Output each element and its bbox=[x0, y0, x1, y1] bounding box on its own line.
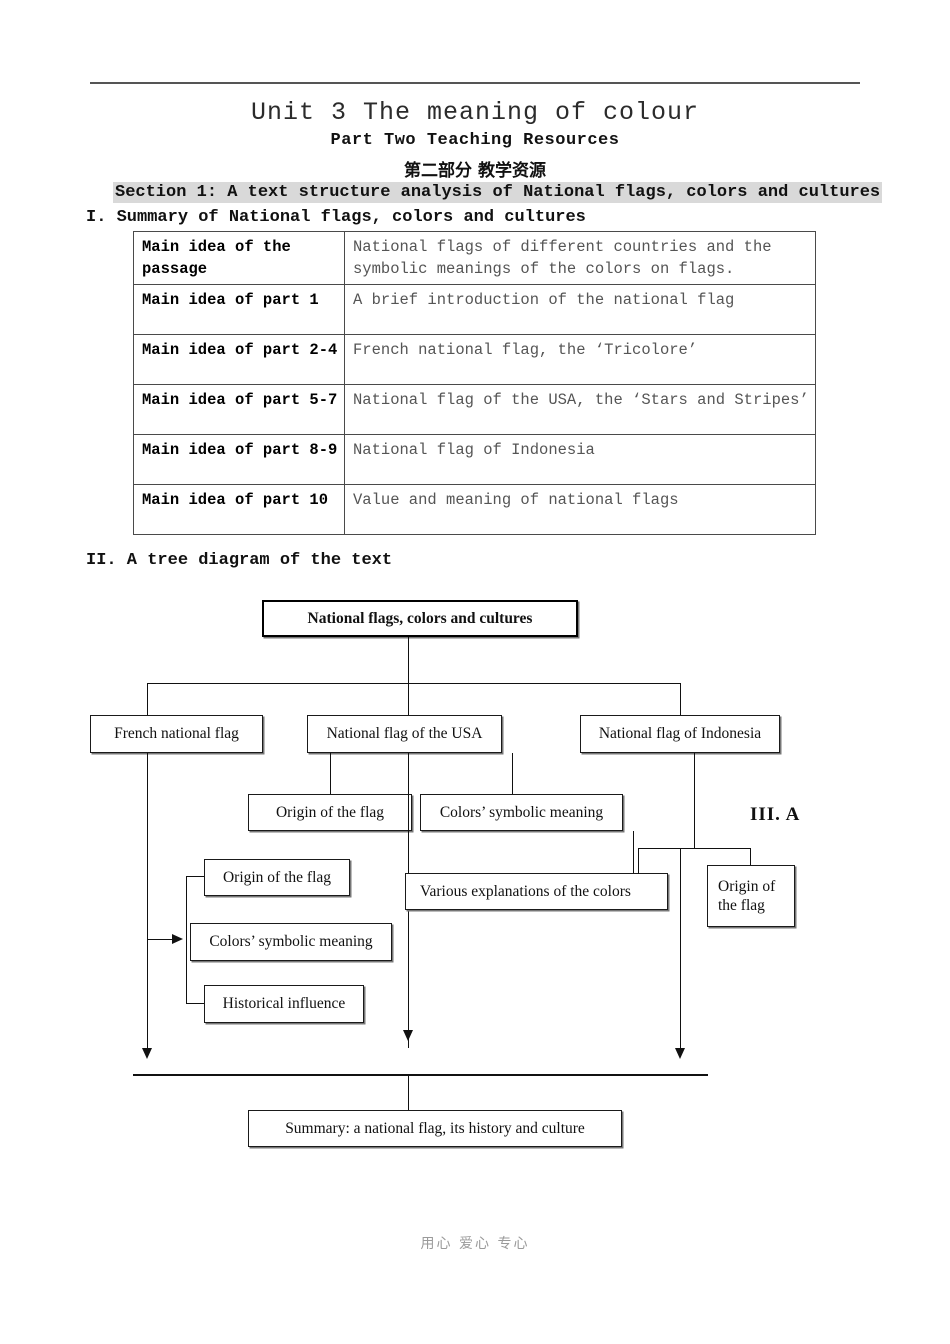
connector-indonesia-right-drop bbox=[750, 848, 751, 865]
tree-node-various-explanations: Various explanations of the colors bbox=[405, 873, 668, 910]
table-cell-key: Main idea of the passage bbox=[133, 231, 345, 285]
table-cell-value: A brief introduction of the national fla… bbox=[344, 284, 816, 335]
connector-drop-indonesia bbox=[680, 683, 681, 715]
tree-node-usa-colors: Colors’ symbolic meaning bbox=[420, 794, 623, 831]
table-cell-value: National flags of different countries an… bbox=[344, 231, 816, 285]
table-cell-value: National flag of the USA, the ‘Stars and… bbox=[344, 384, 816, 435]
connector-indonesia-stem bbox=[694, 753, 695, 848]
connector-drop-usa bbox=[408, 683, 409, 715]
table-cell-key: Main idea of part 10 bbox=[133, 484, 345, 535]
tree-node-france-origin: Origin of the flag bbox=[204, 859, 350, 896]
table-row: Main idea of part 1 A brief introduction… bbox=[133, 284, 816, 335]
table-cell-key: Main idea of part 2-4 bbox=[133, 334, 345, 385]
page-subtitle: Part Two Teaching Resources bbox=[330, 131, 620, 150]
tree-node-french-flag: French national flag bbox=[90, 715, 263, 753]
tree-node-indonesia-origin: Origin of the flag bbox=[707, 865, 795, 927]
table-cell-value: French national flag, the ‘Tricolore’ bbox=[344, 334, 816, 385]
page-footer: 用心 爱心 专心 bbox=[420, 1236, 530, 1252]
header-rule bbox=[90, 82, 860, 84]
page-subtitle-chinese: 第二部分 教学资源 bbox=[404, 161, 546, 181]
connector-drop-france bbox=[147, 683, 148, 715]
page-title: Unit 3 The meaning of colour bbox=[250, 98, 700, 127]
arrow-down-icon-usa bbox=[403, 1030, 413, 1041]
table-row: Main idea of part 5-7 National flag of t… bbox=[133, 384, 816, 435]
tree-node-indonesia-flag: National flag of Indonesia bbox=[580, 715, 780, 753]
arrow-down-icon-indonesia bbox=[675, 1048, 685, 1059]
document-page: Unit 3 The meaning of colour Part Two Te… bbox=[0, 0, 950, 1344]
heading-section-ii: II. A tree diagram of the text bbox=[86, 551, 393, 570]
connector-france-arrow-line bbox=[147, 939, 175, 940]
table-cell-key: Main idea of part 8-9 bbox=[133, 434, 345, 485]
connector-indonesia-spine bbox=[680, 848, 681, 1048]
heading-section-i: I. Summary of National flags, colors and… bbox=[86, 208, 586, 227]
connector-various-stem bbox=[633, 831, 634, 873]
connector-indonesia-left-drop bbox=[638, 848, 639, 874]
table-row: Main idea of part 8-9 National flag of I… bbox=[133, 434, 816, 485]
connector-indonesia-bar bbox=[638, 848, 751, 849]
table-row: Main idea of the passage National flags … bbox=[133, 231, 816, 285]
connector-usa-origin bbox=[330, 753, 331, 794]
connector-france-bracket-top bbox=[186, 876, 204, 877]
connector-root-stem bbox=[408, 637, 409, 683]
arrow-right-icon bbox=[172, 934, 183, 944]
table-cell-value: Value and meaning of national flags bbox=[344, 484, 816, 535]
connector-summary-stem bbox=[408, 1074, 409, 1110]
table-cell-key: Main idea of part 5-7 bbox=[133, 384, 345, 435]
section-heading-highlighted: Section 1: A text structure analysis of … bbox=[113, 182, 883, 203]
tree-node-france-colors: Colors’ symbolic meaning bbox=[190, 923, 392, 961]
tree-node-root: National flags, colors and cultures bbox=[262, 600, 578, 637]
connector-france-bracket-spine bbox=[186, 876, 187, 1003]
connector-usa-colors bbox=[512, 753, 513, 794]
table-cell-value: National flag of Indonesia bbox=[344, 434, 816, 485]
connector-usa-spine bbox=[408, 753, 409, 1048]
connector-level1-bar bbox=[147, 683, 681, 684]
label-section-iii: III. A bbox=[750, 804, 801, 825]
tree-node-summary: Summary: a national flag, its history an… bbox=[248, 1110, 622, 1147]
arrow-down-icon-france bbox=[142, 1048, 152, 1059]
summary-table: Main idea of the passage National flags … bbox=[133, 231, 816, 535]
connector-france-bracket-bottom bbox=[186, 1003, 204, 1004]
connector-france-spine bbox=[147, 753, 148, 1048]
tree-node-usa-origin: Origin of the flag bbox=[248, 794, 412, 831]
connector-bottom-bar bbox=[133, 1074, 708, 1076]
table-row: Main idea of part 2-4 French national fl… bbox=[133, 334, 816, 385]
tree-node-france-historical: Historical influence bbox=[204, 985, 364, 1023]
tree-node-usa-flag: National flag of the USA bbox=[307, 715, 502, 753]
table-row: Main idea of part 10 Value and meaning o… bbox=[133, 484, 816, 535]
table-cell-key: Main idea of part 1 bbox=[133, 284, 345, 335]
